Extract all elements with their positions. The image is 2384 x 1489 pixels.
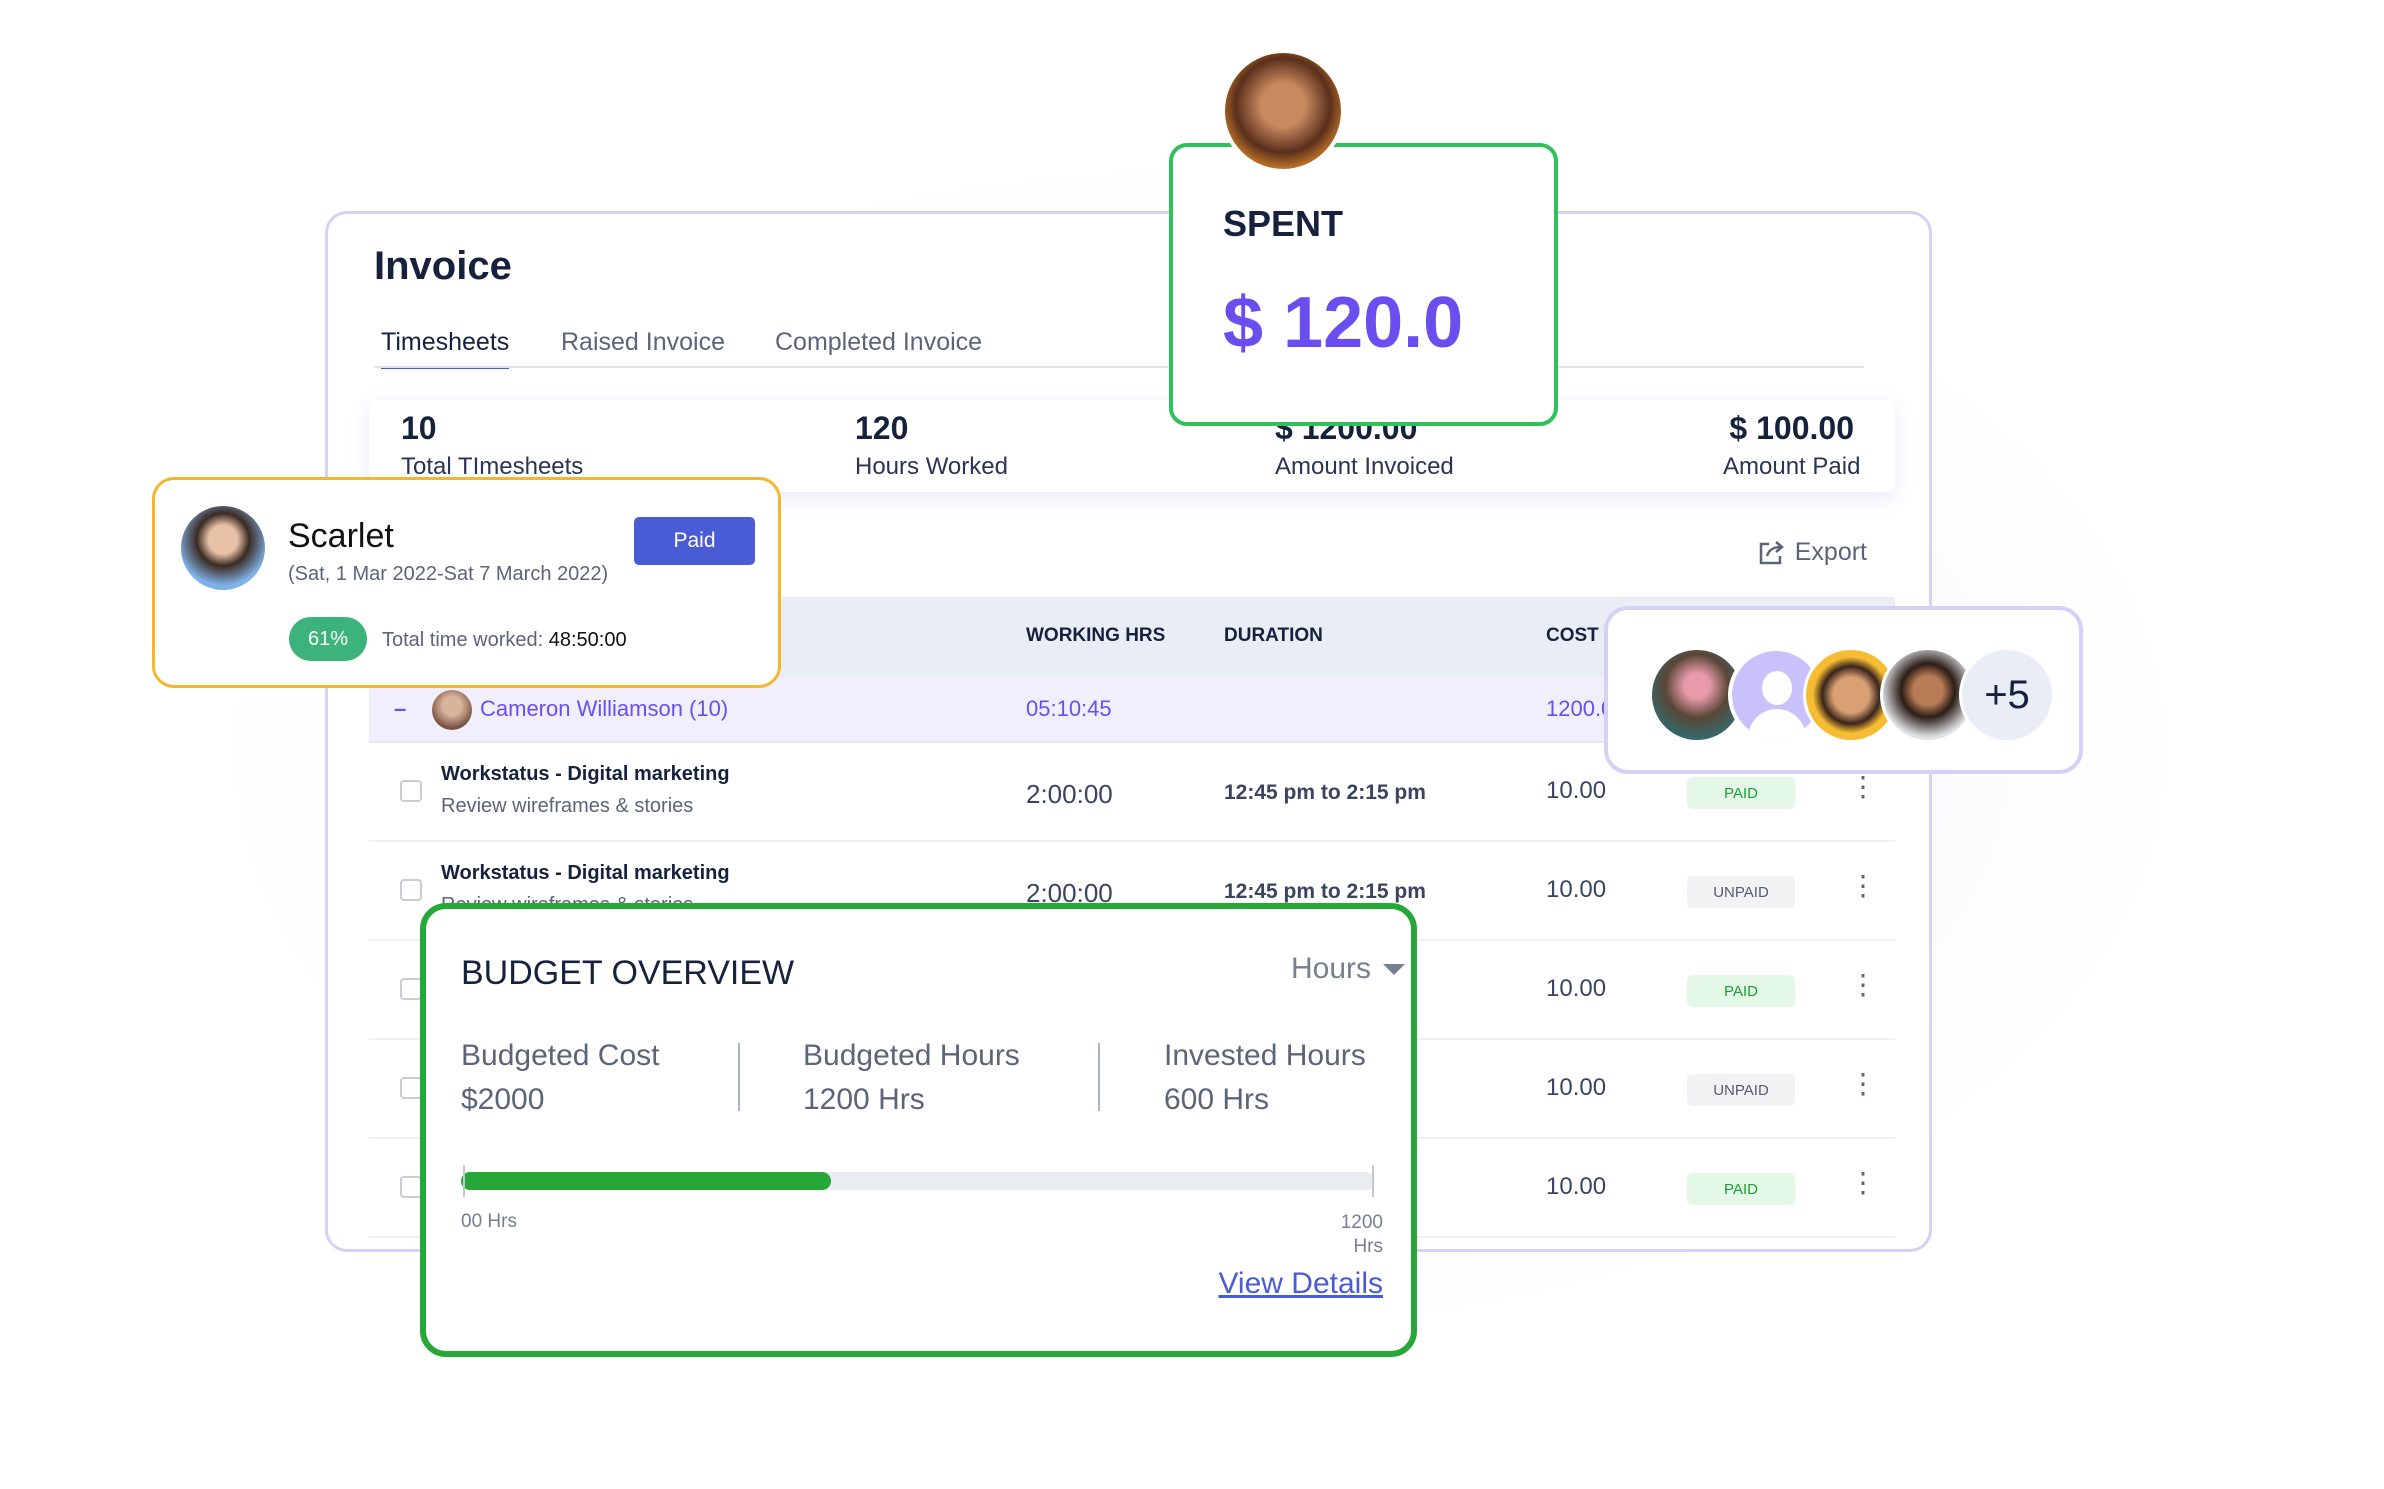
row-cost: 10.00 <box>1546 777 1607 804</box>
row-checkbox[interactable] <box>400 1176 422 1198</box>
view-details-link[interactable]: View Details <box>1218 1267 1383 1301</box>
tick-end <box>1372 1165 1374 1197</box>
budget-title: BUDGET OVERVIEW <box>461 954 795 992</box>
progress-fill <box>461 1172 832 1190</box>
tab-divider <box>374 366 1864 368</box>
export-icon <box>1759 540 1784 564</box>
date-range: (Sat, 1 Mar 2022-Sat 7 March 2022) <box>288 563 609 585</box>
unit-select-value: Hours <box>1290 952 1371 985</box>
progress-min-label: 00 Hrs <box>461 1211 517 1232</box>
budget-overview-card: BUDGET OVERVIEW Hours Budgeted Cost $2000… <box>420 903 1417 1357</box>
metric-label: Budgeted Hours <box>803 1039 1020 1072</box>
tick-start <box>463 1165 465 1197</box>
row-checkbox[interactable] <box>400 780 422 802</box>
more-options-icon[interactable]: ⋮ <box>1849 1070 1877 1098</box>
chevron-down-icon <box>1383 963 1405 975</box>
max-unit: Hrs <box>1353 1236 1383 1257</box>
total-time-value: 48:50:00 <box>548 629 627 651</box>
stat-value: 120 <box>855 410 909 446</box>
more-members-count[interactable]: +5 <box>1959 647 2055 743</box>
row-duration: 12:45 pm to 2:15 pm <box>1224 781 1426 804</box>
more-options-icon[interactable]: ⋮ <box>1849 1169 1877 1197</box>
row-cost: 10.00 <box>1546 1074 1607 1101</box>
row-title: Workstatus - Digital marketing <box>441 763 730 785</box>
row-title: Workstatus - Digital marketing <box>441 862 730 884</box>
status-badge: PAID <box>1687 975 1795 1007</box>
spent-card: SPENT $ 120.0 <box>1169 143 1558 426</box>
collapse-toggle[interactable]: – <box>394 696 406 722</box>
column-duration: DURATION <box>1224 625 1323 646</box>
total-time: Total time worked: 48:50:00 <box>382 629 627 652</box>
status-badge: UNPAID <box>1687 1074 1795 1106</box>
avatar <box>432 690 472 730</box>
metric-value: 1200 Hrs <box>803 1083 925 1116</box>
status-badge: PAID <box>1687 1173 1795 1205</box>
tab-timesheets[interactable]: Timesheets <box>381 328 510 369</box>
divider <box>738 1043 740 1111</box>
group-working-hrs: 05:10:45 <box>1026 696 1112 721</box>
stat-label: Hours Worked <box>855 453 1008 480</box>
user-name: Scarlet <box>288 517 394 555</box>
column-working-hrs: WORKING HRS <box>1026 625 1166 646</box>
row-checkbox[interactable] <box>400 879 422 901</box>
stat-hours-worked: 120 Hours Worked <box>855 410 1008 481</box>
more-options-icon[interactable]: ⋮ <box>1849 872 1877 900</box>
stat-amount-paid: $ 100.00 Amount Paid <box>1723 410 1860 481</box>
stat-label: Amount Paid <box>1723 453 1861 480</box>
percent-badge: 61% <box>289 617 367 661</box>
spent-label: SPENT <box>1223 203 1344 244</box>
user-avatar <box>1221 49 1345 173</box>
row-cost: 10.00 <box>1546 1173 1607 1200</box>
user-summary-card: Scarlet (Sat, 1 Mar 2022-Sat 7 March 202… <box>152 477 781 688</box>
divider <box>1098 1043 1100 1111</box>
paid-button[interactable]: Paid <box>634 517 755 565</box>
metric-budgeted-cost: Budgeted Cost $2000 <box>461 1039 659 1117</box>
group-name[interactable]: Cameron Williamson (10) <box>480 696 728 722</box>
row-cost: 10.00 <box>1546 876 1607 903</box>
metric-value: 600 Hrs <box>1164 1083 1270 1116</box>
more-options-icon[interactable]: ⋮ <box>1849 971 1877 999</box>
total-time-label: Total time worked: <box>382 629 544 651</box>
status-badge: UNPAID <box>1687 876 1795 908</box>
more-options-icon[interactable]: ⋮ <box>1849 773 1877 801</box>
max-value: 1200 <box>1340 1212 1383 1233</box>
row-subtitle: Review wireframes & stories <box>441 795 694 817</box>
unit-select[interactable]: Hours <box>1291 952 1405 986</box>
row-cost: 10.00 <box>1546 975 1607 1002</box>
column-cost: COST <box>1546 625 1599 646</box>
metric-budgeted-hours: Budgeted Hours 1200 Hrs <box>803 1039 1020 1117</box>
scarlet-avatar <box>181 506 265 590</box>
tab-completed-invoice[interactable]: Completed Invoice <box>775 328 982 357</box>
export-label: Export <box>1794 538 1867 566</box>
row-checkbox[interactable] <box>400 1077 422 1099</box>
row-working-hrs: 2:00:00 <box>1026 779 1113 809</box>
row-checkbox[interactable] <box>400 978 422 1000</box>
budget-progress-bar <box>461 1172 1375 1190</box>
metric-invested-hours: Invested Hours 600 Hrs <box>1164 1039 1366 1117</box>
stat-value: 10 <box>401 410 437 446</box>
row-duration: 12:45 pm to 2:15 pm <box>1224 880 1426 903</box>
stat-value: $ 100.00 <box>1729 410 1854 446</box>
stat-total-timesheets: 10 Total TImesheets <box>401 410 583 481</box>
metric-value: $2000 <box>461 1083 545 1116</box>
spent-amount: $ 120.0 <box>1223 283 1464 363</box>
progress-max-label: 1200 Hrs <box>1341 1211 1383 1259</box>
status-badge: PAID <box>1687 777 1795 809</box>
export-button[interactable]: Export <box>1757 538 1867 567</box>
page-title: Invoice <box>374 244 512 288</box>
stat-label: Amount Invoiced <box>1275 453 1454 480</box>
team-avatars-card: +5 <box>1604 606 2083 774</box>
metric-label: Invested Hours <box>1164 1039 1366 1072</box>
tab-raised-invoice[interactable]: Raised Invoice <box>561 328 725 357</box>
metric-label: Budgeted Cost <box>461 1039 660 1072</box>
